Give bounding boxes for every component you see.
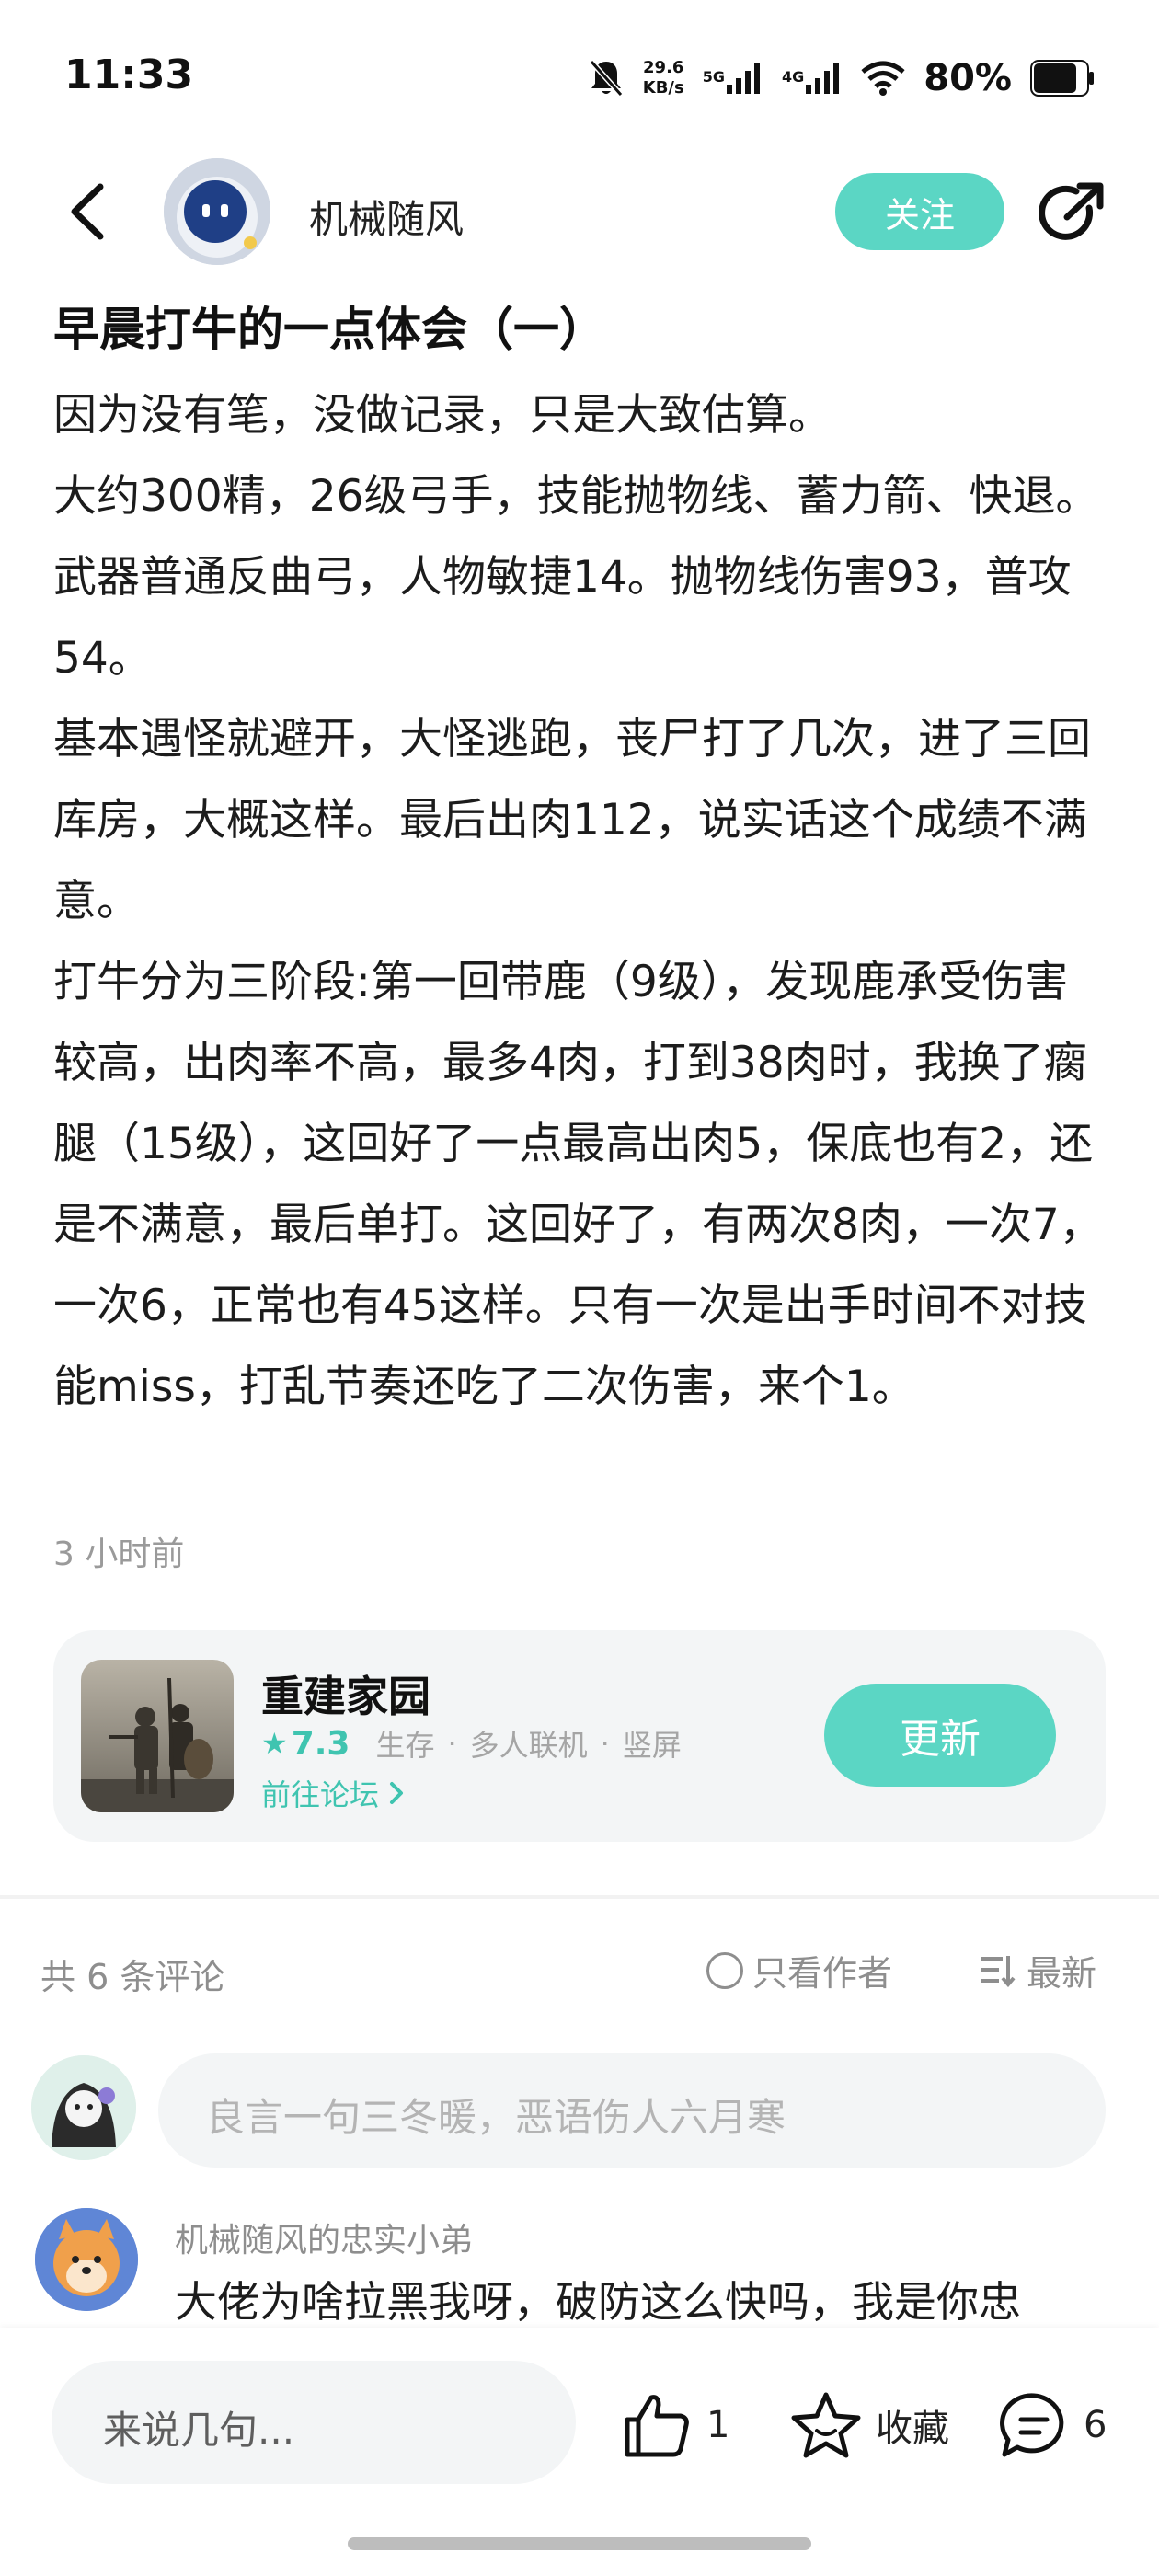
- home-indicator[interactable]: [348, 2537, 811, 2550]
- back-button[interactable]: [55, 177, 120, 247]
- battery-percent: 80%: [924, 57, 1012, 99]
- tag-separator: ·: [447, 1726, 457, 1761]
- bottom-action-bar: 来说几句... 1 收藏 6: [0, 2328, 1159, 2576]
- forum-link[interactable]: 前往论坛: [261, 1772, 405, 1814]
- game-name[interactable]: 重建家园: [261, 1663, 430, 1724]
- radio-icon: [706, 1951, 743, 1989]
- comments-button[interactable]: 6: [997, 2386, 1107, 2464]
- post-paragraph: 因为没有笔，没做记录，只是大致估算。: [53, 390, 832, 441]
- author-only-toggle[interactable]: 只看作者: [706, 1945, 892, 1995]
- commenter-name[interactable]: 机械随风的忠实小弟: [175, 2214, 473, 2261]
- mute-bell-icon: [588, 58, 625, 98]
- commenter-avatar[interactable]: [35, 2208, 138, 2311]
- comment-text: 大佬为啥拉黑我呀，破防这么快吗，我是你忠: [175, 2277, 1021, 2327]
- thumbs-up-icon: [625, 2395, 689, 2457]
- game-card[interactable]: 重建家园 ★ 7.3 生存 · 多人联机 · 竖屏 前往论坛 更新: [53, 1630, 1106, 1842]
- wifi-icon: [861, 61, 905, 96]
- section-divider: [0, 1895, 1159, 1899]
- reply-input[interactable]: 来说几句...: [52, 2361, 576, 2484]
- comments-count: 共 6 条评论: [40, 1957, 225, 1997]
- battery-icon: [1030, 60, 1095, 97]
- star-icon: ★: [261, 1726, 288, 1761]
- like-button[interactable]: 1: [622, 2386, 729, 2464]
- share-button[interactable]: [1034, 178, 1107, 252]
- favorite-button[interactable]: 收藏: [789, 2386, 949, 2464]
- comment-input[interactable]: 良言一句三冬暖，恶语伤人六月寒: [158, 2053, 1106, 2168]
- post-body: 因为没有笔，没做记录，只是大致估算。 大约300精，26级弓手，技能抛物线、蓄力…: [53, 375, 1111, 1428]
- game-tag: 竖屏: [622, 1728, 682, 1763]
- net-speed: 29.6 KB/s: [642, 58, 684, 98]
- post-header: 机械随风 关注: [0, 156, 1159, 267]
- sort-icon: [981, 1955, 1016, 1987]
- status-icons: 29.6 KB/s 5G 4G 80%: [588, 46, 1095, 110]
- share-icon: [1039, 182, 1104, 240]
- game-rating: ★ 7.3: [261, 1724, 350, 1763]
- author-name[interactable]: 机械随风: [309, 189, 464, 245]
- game-meta: ★ 7.3 生存 · 多人联机 · 竖屏: [261, 1722, 682, 1765]
- post-paragraph: 打牛分为三阶段:第一回带鹿（9级），发现鹿承受伤害较高，出肉率不高，最多4肉，打…: [53, 957, 1103, 1412]
- my-avatar[interactable]: [31, 2055, 136, 2160]
- status-bar: 11:33 29.6 KB/s 5G 4G 80%: [0, 0, 1159, 156]
- signal-icon-4g: 4G: [782, 63, 843, 94]
- post-title: 早晨打牛的一点体会（一）: [53, 303, 605, 356]
- sort-newest-button[interactable]: 最新: [979, 1945, 1096, 1995]
- game-icon[interactable]: [81, 1660, 234, 1812]
- game-tag: 生存: [375, 1728, 435, 1763]
- signal-icon-5g: 5G: [703, 63, 763, 94]
- post-timestamp: 3 小时前: [53, 1535, 185, 1573]
- follow-button[interactable]: 关注: [835, 173, 1004, 250]
- back-arrow-icon: [71, 183, 104, 240]
- chevron-right-icon: [390, 1782, 404, 1804]
- status-time: 11:33: [64, 52, 194, 98]
- post-paragraph: 基本遇怪就避开，大怪逃跑，丧尸打了几次，进了三回库房，大概这样。最后出肉112，…: [53, 714, 1091, 926]
- game-tag: 多人联机: [469, 1728, 588, 1763]
- update-button[interactable]: 更新: [824, 1684, 1056, 1787]
- chat-bubble-icon: [1000, 2393, 1064, 2457]
- star-outline-icon: [791, 2392, 861, 2458]
- author-avatar[interactable]: [164, 158, 270, 265]
- post-paragraph: 大约300精，26级弓手，技能抛物线、蓄力箭、快退。武器普通反曲弓，人物敏捷14…: [53, 471, 1099, 684]
- tag-separator: ·: [600, 1726, 610, 1761]
